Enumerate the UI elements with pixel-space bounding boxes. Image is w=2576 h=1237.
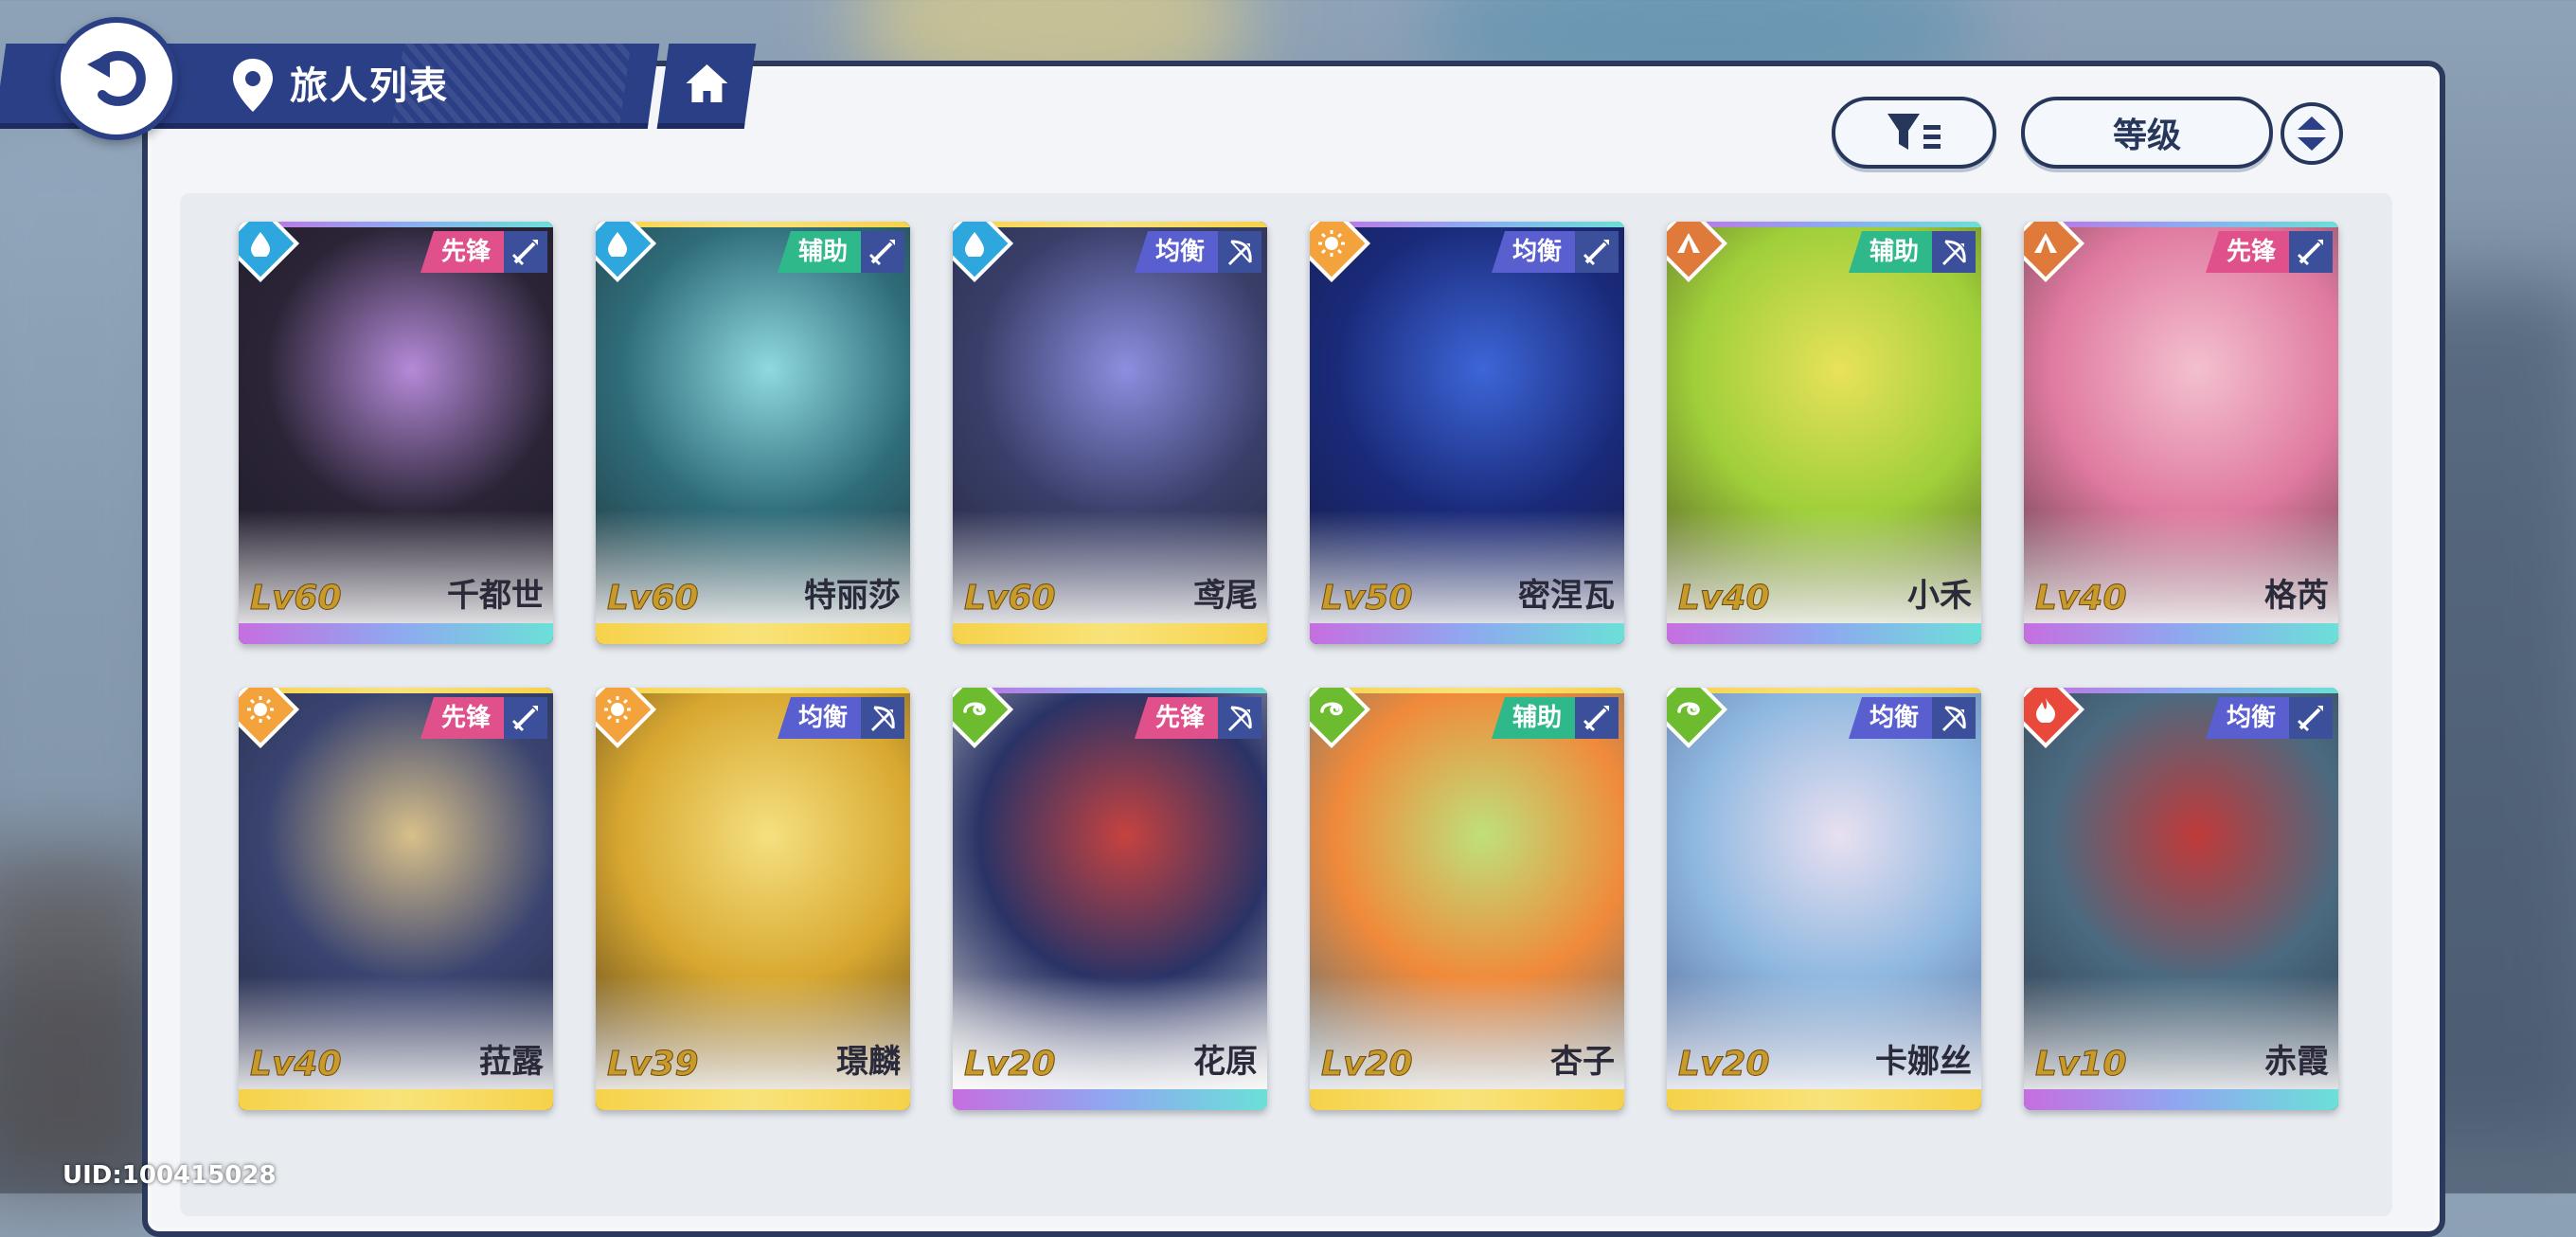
character-card[interactable]: 先锋 Lv60 千都世	[239, 222, 553, 644]
character-level: Lv60	[607, 579, 700, 618]
bow-icon	[1932, 697, 1976, 739]
rarity-stripe	[2024, 222, 2338, 227]
sword-icon	[504, 231, 547, 273]
bow-icon	[1932, 231, 1976, 273]
role-tag: 先锋	[420, 697, 504, 739]
character-name: 菈露	[479, 1043, 544, 1081]
character-card[interactable]: 辅助 Lv60 特丽莎	[596, 222, 910, 644]
character-card[interactable]: 均衡 Lv20 卡娜丝	[1667, 688, 1981, 1110]
sword-icon	[504, 697, 547, 739]
character-card[interactable]: 辅助 Lv20 杏子	[1310, 688, 1624, 1110]
rarity-stripe	[239, 222, 553, 227]
sword-icon	[1575, 231, 1619, 273]
rarity-stripe	[596, 222, 910, 227]
sort-order-icon	[2298, 117, 2326, 151]
character-level: Lv39	[607, 1045, 700, 1085]
character-name: 杏子	[1550, 1043, 1615, 1081]
character-name: 鸢尾	[1193, 577, 1258, 615]
sword-icon	[1575, 697, 1619, 739]
rarity-bar	[1310, 1089, 1624, 1110]
role-tag: 辅助	[777, 231, 861, 273]
rarity-stripe	[1310, 688, 1624, 693]
role-tag: 均衡	[1491, 231, 1575, 273]
rarity-bar	[953, 623, 1267, 644]
character-level: Lv50	[1321, 579, 1414, 618]
character-name: 小禾	[1907, 577, 1972, 615]
character-level: Lv60	[964, 579, 1057, 618]
rarity-stripe	[1667, 222, 1981, 227]
role-tag: 均衡	[2205, 697, 2289, 739]
sort-by-dropdown[interactable]: 等级	[2021, 97, 2273, 169]
character-level: Lv10	[2035, 1045, 2128, 1085]
uid-label: UID:100415028	[63, 1161, 277, 1190]
character-card[interactable]: 先锋 Lv40 菈露	[239, 688, 553, 1110]
character-level: Lv40	[2035, 579, 2128, 618]
character-name: 特丽莎	[804, 577, 901, 615]
character-card[interactable]: 均衡 Lv39 璟麟	[596, 688, 910, 1110]
character-level: Lv60	[250, 579, 343, 618]
filter-button[interactable]	[1832, 97, 1996, 169]
role-tag: 辅助	[1848, 231, 1932, 273]
rarity-bar	[596, 1089, 910, 1110]
role-tag: 均衡	[1848, 697, 1932, 739]
sword-icon	[2289, 231, 2333, 273]
character-name: 花原	[1193, 1043, 1258, 1081]
rarity-stripe	[1310, 222, 1624, 227]
rarity-bar	[596, 623, 910, 644]
sword-icon	[861, 231, 904, 273]
back-button[interactable]	[55, 17, 178, 140]
role-tag: 均衡	[777, 697, 861, 739]
role-tag: 先锋	[420, 231, 504, 273]
rarity-bar	[1667, 1089, 1981, 1110]
rarity-bar	[1310, 623, 1624, 644]
sort-order-toggle[interactable]	[2281, 102, 2343, 165]
character-name: 千都世	[447, 577, 544, 615]
rarity-stripe	[1667, 688, 1981, 693]
rarity-stripe	[953, 688, 1267, 693]
role-tag: 均衡	[1134, 231, 1218, 273]
bow-icon	[1218, 697, 1261, 739]
character-card[interactable]: 先锋 Lv20 花原	[953, 688, 1267, 1110]
back-arrow-icon	[87, 50, 146, 106]
rarity-bar	[1667, 623, 1981, 644]
filter-icon	[1887, 114, 1941, 150]
rarity-bar	[2024, 1089, 2338, 1110]
location-pin-icon	[233, 59, 273, 112]
page-title: 旅人列表	[290, 64, 449, 108]
character-card[interactable]: 均衡 Lv50 密涅瓦	[1310, 222, 1624, 644]
character-level: Lv20	[1321, 1045, 1414, 1085]
rarity-bar	[239, 1089, 553, 1110]
role-tag: 先锋	[1134, 697, 1218, 739]
character-level: Lv40	[1678, 579, 1771, 618]
rarity-stripe	[239, 688, 553, 693]
home-icon	[686, 64, 728, 102]
bow-icon	[861, 697, 904, 739]
character-name: 璟麟	[836, 1043, 901, 1081]
rarity-stripe	[2024, 688, 2338, 693]
rarity-stripe	[596, 688, 910, 693]
character-level: Lv20	[1678, 1045, 1771, 1085]
rarity-bar	[239, 623, 553, 644]
character-name: 卡娜丝	[1875, 1043, 1972, 1081]
character-name: 格芮	[2264, 577, 2329, 615]
character-card[interactable]: 均衡 Lv60 鸢尾	[953, 222, 1267, 644]
character-card[interactable]: 辅助 Lv40 小禾	[1667, 222, 1981, 644]
character-card[interactable]: 先锋 Lv40 格芮	[2024, 222, 2338, 644]
sword-icon	[2289, 697, 2333, 739]
role-tag: 辅助	[1491, 697, 1575, 739]
rarity-stripe	[953, 222, 1267, 227]
rarity-bar	[953, 1089, 1267, 1110]
character-level: Lv20	[964, 1045, 1057, 1085]
rarity-bar	[2024, 623, 2338, 644]
character-level: Lv40	[250, 1045, 343, 1085]
character-name: 密涅瓦	[1518, 577, 1615, 615]
bow-icon	[1218, 231, 1261, 273]
character-name: 赤霞	[2264, 1043, 2329, 1081]
role-tag: 先锋	[2205, 231, 2289, 273]
home-button[interactable]	[656, 44, 757, 129]
character-card[interactable]: 均衡 Lv10 赤霞	[2024, 688, 2338, 1110]
